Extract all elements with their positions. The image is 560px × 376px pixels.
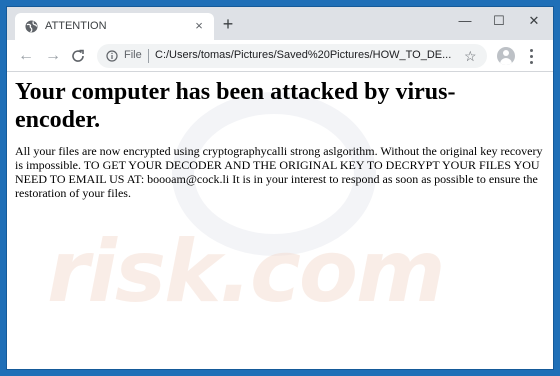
ransom-message: All your files are now encrypted using c… [15,144,543,200]
address-separator [148,49,149,63]
maximize-button[interactable]: ☐ [484,10,514,32]
forward-button[interactable]: → [44,47,62,65]
menu-dots-icon[interactable] [524,48,538,64]
scheme-label: File [124,49,142,61]
reload-icon[interactable] [70,48,86,64]
close-tab-icon[interactable]: × [193,19,205,32]
toolbar: ← → File C:/Users/tomas/Pictures/Saved%2… [7,40,553,72]
browser-window: ATTENTION × + — ☐ ✕ ← → File C:/Users/to… [7,7,553,369]
page-content: risk.com Your computer has been attacked… [7,72,553,369]
back-button[interactable]: ← [17,47,35,65]
tab-title: ATTENTION [45,20,107,32]
close-window-button[interactable]: ✕ [519,10,549,32]
minimize-button[interactable]: — [450,10,480,32]
tab-attention[interactable]: ATTENTION × [15,13,214,40]
profile-avatar-icon[interactable] [497,47,515,65]
bookmark-star-icon[interactable]: ☆ [464,48,477,64]
info-icon[interactable] [106,50,118,62]
url-text[interactable]: C:/Users/tomas/Pictures/Saved%20Pictures… [155,49,455,61]
globe-icon [25,20,38,33]
page-heading: Your computer has been attacked by virus… [15,79,456,133]
address-bar[interactable]: File C:/Users/tomas/Pictures/Saved%20Pic… [97,44,487,68]
watermark-text: risk.com [47,222,446,322]
tab-strip: ATTENTION × + — ☐ ✕ [7,7,553,40]
new-tab-button[interactable]: + [219,15,237,33]
